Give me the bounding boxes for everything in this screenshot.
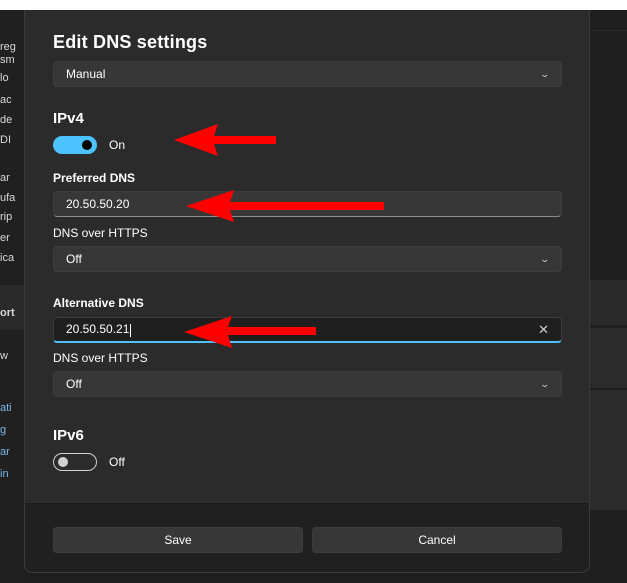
background-settings-list: reg sm lo ac de DI ar ufa rip er ica ort…	[0, 10, 24, 583]
preferred-dns-https-select[interactable]: Off ⌄	[53, 246, 562, 272]
background-text: DI	[0, 134, 11, 146]
ipv6-toggle-label: Off	[109, 455, 125, 469]
toggle-knob	[82, 140, 92, 150]
save-button[interactable]: Save	[53, 527, 303, 553]
toggle-knob	[58, 457, 68, 467]
background-link: g	[0, 424, 7, 436]
background-panel	[590, 390, 627, 510]
chevron-down-icon: ⌄	[539, 68, 551, 79]
ipv4-toggle-label: On	[109, 138, 126, 152]
background-link: ati	[0, 402, 12, 414]
background-link: ar	[0, 446, 10, 458]
background-text: lo	[0, 72, 9, 84]
dns-mode-value: Manual	[66, 67, 106, 81]
ipv4-toggle-row: On	[53, 136, 125, 154]
alternative-dns-https-select[interactable]: Off ⌄	[53, 371, 562, 397]
background-text: ica	[0, 252, 15, 264]
red-arrow-annotation	[174, 124, 276, 156]
red-arrow-annotation	[186, 190, 384, 222]
text-caret	[130, 323, 132, 337]
red-arrow-annotation	[184, 316, 316, 348]
background-section-band	[590, 280, 627, 325]
background-text: ac	[0, 94, 12, 106]
alternative-dns-https-label: DNS over HTTPS	[53, 351, 148, 365]
dns-mode-select[interactable]: Manual ⌄	[53, 61, 562, 87]
background-text: de	[0, 114, 13, 126]
alternative-dns-value: 20.50.50.21	[66, 322, 130, 337]
preferred-dns-label: Preferred DNS	[53, 171, 136, 185]
chevron-down-icon: ⌄	[539, 378, 551, 389]
alternative-dns-https-value: Off	[66, 377, 82, 391]
preferred-dns-value: 20.50.50.20	[66, 197, 130, 211]
background-text: w	[0, 350, 8, 362]
background-text: sm	[0, 54, 15, 66]
ipv4-toggle[interactable]	[53, 136, 97, 154]
chevron-down-icon: ⌄	[539, 253, 551, 264]
clear-x-icon[interactable]: ✕	[538, 322, 549, 338]
background-panel	[590, 328, 627, 388]
alternative-dns-label: Alternative DNS	[53, 296, 144, 310]
ipv4-heading: IPv4	[53, 110, 84, 127]
background-text: ort	[0, 307, 15, 319]
dialog-title: Edit DNS settings	[53, 32, 208, 52]
background-text: rip	[0, 211, 13, 223]
ipv6-toggle-row: Off	[53, 453, 125, 471]
background-text: ufa	[0, 192, 16, 204]
ipv6-toggle[interactable]	[53, 453, 97, 471]
ipv6-heading: IPv6	[53, 427, 84, 444]
cancel-button[interactable]: Cancel	[312, 527, 562, 553]
preferred-dns-https-value: Off	[66, 252, 82, 266]
background-text: er	[0, 232, 10, 244]
background-link: in	[0, 468, 9, 480]
preferred-dns-https-label: DNS over HTTPS	[53, 226, 148, 240]
background-text: reg	[0, 41, 16, 53]
background-text: ar	[0, 172, 10, 184]
edit-dns-dialog: Edit DNS settings Manual ⌄ IPv4 On Prefe…	[24, 10, 590, 573]
